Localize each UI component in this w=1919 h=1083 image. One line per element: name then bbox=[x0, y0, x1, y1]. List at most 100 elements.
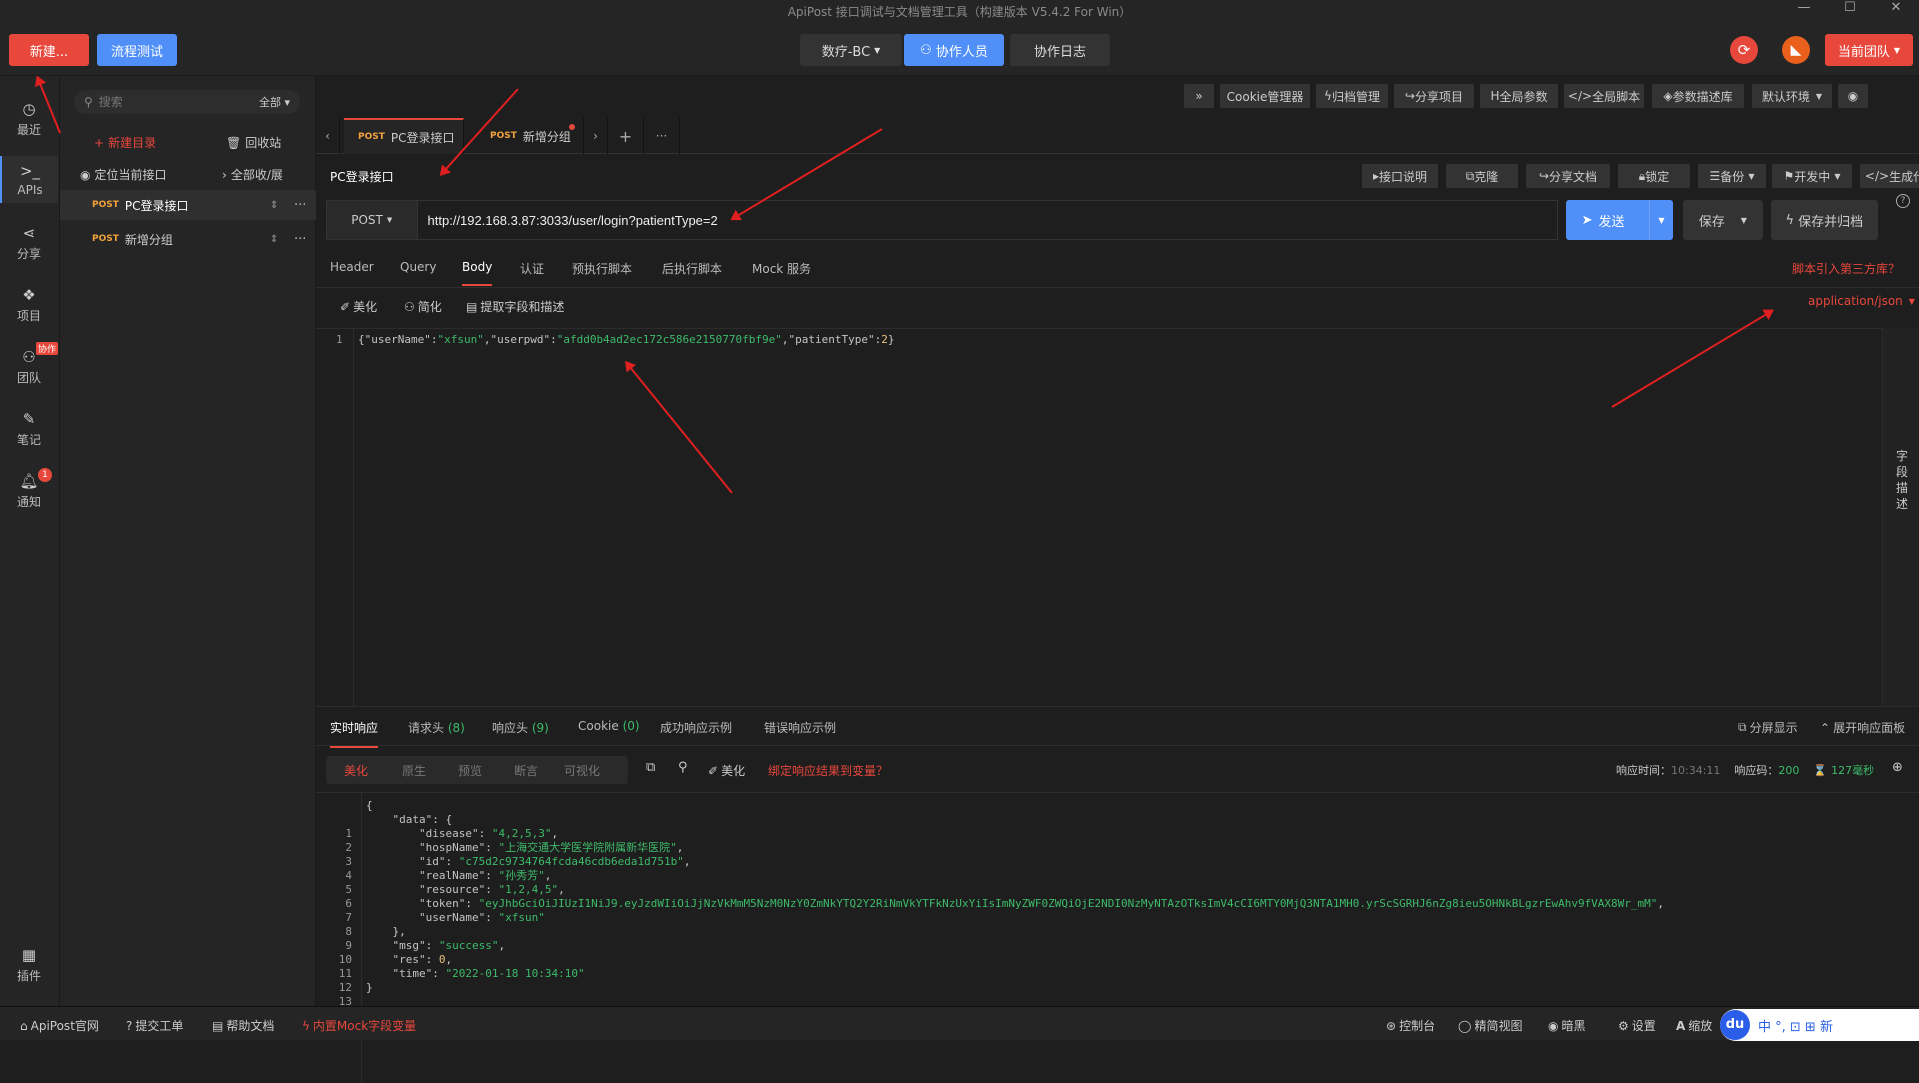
api-doc-button[interactable]: ▸ 接口说明 bbox=[1362, 164, 1438, 188]
search-input[interactable] bbox=[98, 95, 259, 109]
beautify-button[interactable]: ✐ 美化 bbox=[340, 298, 377, 315]
avatar[interactable]: ◣ bbox=[1782, 36, 1810, 64]
tabs-left-arrow[interactable]: ‹ bbox=[316, 118, 340, 154]
tab-header[interactable]: Header bbox=[330, 260, 374, 274]
nav-share[interactable]: ⋖ 分享 bbox=[0, 224, 58, 262]
nav-project[interactable]: ❖ 项目 bbox=[0, 286, 58, 324]
new-dir-button[interactable]: + 新建目录 bbox=[94, 134, 156, 151]
collapse-all-button[interactable]: › 全部收/展 bbox=[222, 166, 283, 183]
nav-team[interactable]: ⚇ 团队 协作 bbox=[0, 342, 58, 386]
tab-more-button[interactable]: ··· bbox=[644, 118, 680, 154]
minimize-icon[interactable]: — bbox=[1781, 0, 1827, 24]
archive-manage-button[interactable]: ϟ 归档管理 bbox=[1316, 84, 1388, 108]
zoom-button[interactable]: A 缩放 bbox=[1676, 1017, 1712, 1034]
official-site-link[interactable]: ⌂ ApiPost官网 bbox=[20, 1017, 99, 1034]
nav-notes[interactable]: ✎ 笔记 bbox=[0, 410, 58, 448]
content-type-select[interactable]: application/json ▼ bbox=[1808, 294, 1915, 308]
url-input[interactable] bbox=[417, 200, 1558, 240]
sync-icon[interactable]: ⟳ bbox=[1730, 36, 1758, 64]
param-desc-lib-button[interactable]: ◈ 参数描述库 bbox=[1652, 84, 1744, 108]
view-mode-preview[interactable]: 预览 bbox=[442, 762, 498, 779]
copy-icon[interactable]: ⧉ bbox=[646, 760, 655, 775]
nav-notify[interactable]: 🔔︎ 通知 1 bbox=[0, 468, 58, 510]
nav-apis[interactable]: >_ APIs bbox=[0, 156, 58, 203]
help-icon[interactable]: ? bbox=[1896, 194, 1910, 208]
tab-response-headers[interactable]: 响应头 (9) bbox=[492, 719, 549, 736]
submit-ticket-link[interactable]: ? 提交工单 bbox=[126, 1017, 183, 1034]
response-json[interactable]: { "data": { "disease": "4,2,5,3", "hospN… bbox=[366, 799, 1664, 995]
tab-mock[interactable]: Mock 服务 bbox=[752, 260, 811, 277]
beautify-response-button[interactable]: ✐ 美化 bbox=[708, 762, 745, 779]
tab-query[interactable]: Query bbox=[400, 260, 436, 274]
global-params-button[interactable]: H 全局参数 bbox=[1480, 84, 1558, 108]
dark-mode-toggle[interactable]: ◉ 暗黑 bbox=[1548, 1017, 1586, 1034]
tab-pc-login[interactable]: POST PC登录接口 bbox=[344, 118, 464, 154]
nav-plugins[interactable]: ▦ 插件 bbox=[0, 946, 58, 984]
download-icon[interactable]: ⊕ bbox=[1892, 760, 1903, 775]
bind-variable-hint[interactable]: 绑定响应结果到变量？ bbox=[768, 762, 888, 779]
view-mode-assert[interactable]: 断言 bbox=[498, 762, 554, 779]
tab-new-group[interactable]: POST 新增分组 bbox=[464, 118, 584, 154]
tab-pre-script[interactable]: 预执行脚本 bbox=[572, 260, 632, 277]
collab-log-button[interactable]: 协作日志 bbox=[1010, 34, 1110, 66]
maximize-icon[interactable]: ☐ bbox=[1827, 0, 1873, 24]
more-tools-button[interactable]: » bbox=[1184, 84, 1214, 108]
view-mode-visual[interactable]: 可视化 bbox=[554, 762, 610, 779]
add-tab-button[interactable]: + bbox=[608, 118, 644, 154]
field-desc-panel[interactable]: 字段描述 bbox=[1882, 328, 1919, 706]
mock-vars-link[interactable]: ϟ 内置Mock字段变量 bbox=[302, 1017, 416, 1034]
sort-icon[interactable]: ⇕ bbox=[270, 200, 278, 211]
project-selector[interactable]: 数疗-BC ▼ bbox=[800, 34, 902, 66]
tab-request-headers[interactable]: 请求头 (8) bbox=[408, 719, 465, 736]
send-dropdown[interactable]: ▼ bbox=[1649, 200, 1673, 240]
compact-view-toggle[interactable]: ◯ 精简视图 bbox=[1458, 1017, 1522, 1034]
method-select[interactable]: POST ▼ bbox=[326, 200, 418, 240]
expand-panel-button[interactable]: ⌃ 展开响应面板 bbox=[1820, 719, 1905, 736]
more-icon[interactable]: ··· bbox=[294, 198, 306, 213]
split-view-button[interactable]: ⧉ 分屏显示 bbox=[1738, 719, 1798, 736]
recycle-bin-button[interactable]: 🗑︎ 回收站 bbox=[226, 134, 281, 151]
collaborators-button[interactable]: ⚇ 协作人员 bbox=[904, 34, 1004, 66]
tab-realtime-response[interactable]: 实时响应 bbox=[330, 719, 379, 748]
gen-code-button[interactable]: </>生成代码 bbox=[1860, 164, 1919, 188]
more-icon[interactable]: ··· bbox=[294, 232, 306, 247]
settings-button[interactable]: ⚙ 设置 bbox=[1618, 1017, 1656, 1034]
filter-dropdown[interactable]: 全部 ▾ bbox=[259, 94, 290, 110]
tab-post-script[interactable]: 后执行脚本 bbox=[662, 260, 722, 277]
search-icon[interactable]: ⚲ bbox=[678, 760, 688, 775]
list-item[interactable]: POST PC登录接口 ⇕ ··· bbox=[60, 190, 316, 220]
simplify-button[interactable]: ⚇ 简化 bbox=[404, 298, 442, 315]
lock-button[interactable]: 🔒︎ 锁定 bbox=[1618, 164, 1690, 188]
tab-auth[interactable]: 认证 bbox=[520, 260, 544, 277]
sort-icon[interactable]: ⇕ bbox=[270, 234, 278, 245]
share-project-button[interactable]: ↪ 分享项目 bbox=[1394, 84, 1474, 108]
global-script-button[interactable]: </> 全局脚本 bbox=[1564, 84, 1644, 108]
tab-cookie[interactable]: Cookie (0) bbox=[578, 719, 640, 733]
close-icon[interactable]: ✕ bbox=[1873, 0, 1919, 24]
save-button[interactable]: 保存 ▼ bbox=[1683, 200, 1763, 240]
clone-button[interactable]: ⧉ 克隆 bbox=[1446, 164, 1518, 188]
extract-fields-button[interactable]: ▤ 提取字段和描述 bbox=[466, 298, 564, 315]
search-box[interactable]: ⚲ 全部 ▾ bbox=[74, 90, 300, 114]
status-dropdown[interactable]: ⚑ 开发中 ▼ bbox=[1772, 164, 1852, 188]
save-archive-button[interactable]: ϟ 保存并归档 bbox=[1770, 200, 1879, 240]
view-mode-raw[interactable]: 原生 bbox=[386, 762, 442, 779]
new-button[interactable]: 新建... bbox=[9, 34, 89, 66]
ime-toolbar[interactable]: du 中 °, ⊡ ⊞ 新 bbox=[1720, 1009, 1919, 1041]
backup-button[interactable]: ☰ 备份 ▼ bbox=[1698, 164, 1766, 188]
flow-test-button[interactable]: 流程测试 bbox=[97, 34, 177, 66]
send-button[interactable]: ➤ 发送 ▼ bbox=[1565, 200, 1673, 240]
tab-success-example[interactable]: 成功响应示例 bbox=[660, 719, 732, 736]
tab-body[interactable]: Body bbox=[462, 260, 493, 286]
script-lib-hint[interactable]: 脚本引入第三方库？ bbox=[1792, 260, 1900, 277]
tab-error-example[interactable]: 错误响应示例 bbox=[764, 719, 836, 736]
eye-icon[interactable]: ◉ bbox=[1838, 84, 1868, 108]
locate-current-button[interactable]: ◉ 定位当前接口 bbox=[80, 166, 167, 183]
tabs-right-arrow[interactable]: › bbox=[584, 118, 608, 154]
team-selector[interactable]: 当前团队 ▼ bbox=[1825, 34, 1913, 66]
request-body-code[interactable]: {"userName":"xfsun","userpwd":"afdd0b4ad… bbox=[358, 333, 894, 347]
help-doc-link[interactable]: ▤ 帮助文档 bbox=[212, 1017, 274, 1034]
list-item[interactable]: POST 新增分组 ⇕ ··· bbox=[60, 224, 316, 254]
env-selector[interactable]: 默认环境 ▼ bbox=[1752, 84, 1832, 108]
share-doc-button[interactable]: ↪ 分享文档 bbox=[1526, 164, 1610, 188]
